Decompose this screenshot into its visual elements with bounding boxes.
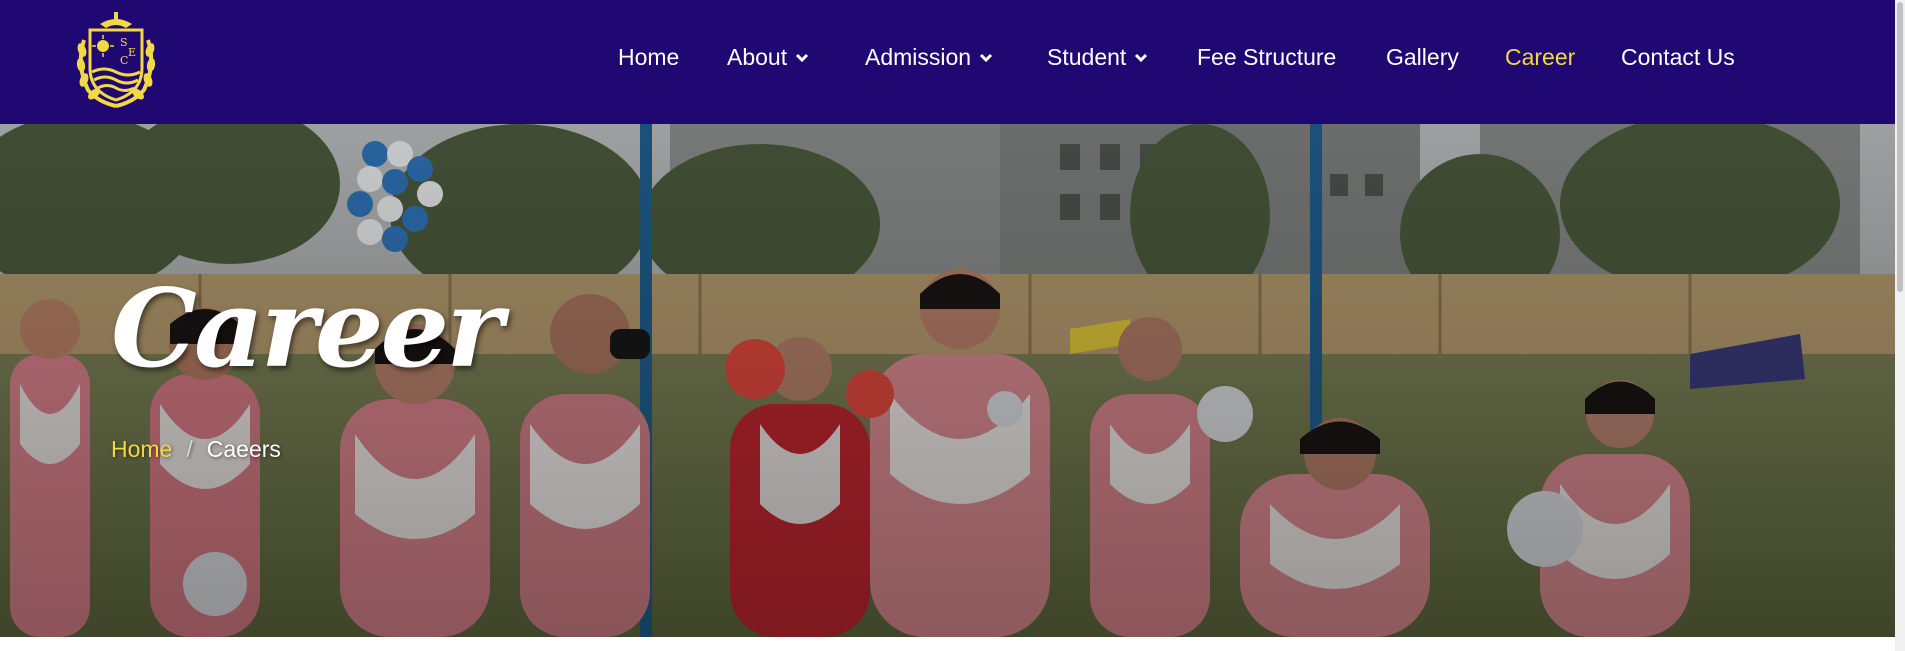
svg-text:C: C: [120, 54, 128, 67]
chevron-down-icon: [796, 53, 809, 62]
header-navbar: S E C Home About Admission Student Fee S…: [0, 0, 1895, 124]
nav-career[interactable]: Career: [1505, 44, 1575, 71]
breadcrumb-separator: /: [186, 436, 193, 462]
nav-fee-structure-label: Fee Structure: [1197, 44, 1337, 70]
nav-gallery[interactable]: Gallery: [1386, 44, 1459, 71]
page-body: [0, 637, 1895, 651]
nav-admission[interactable]: Admission: [865, 44, 993, 71]
nav-admission-label: Admission: [865, 44, 972, 70]
chevron-down-icon: [1135, 53, 1148, 62]
nav-home-label: Home: [618, 44, 680, 70]
nav-fee-structure[interactable]: Fee Structure: [1197, 44, 1336, 71]
scrollbar-thumb[interactable]: [1897, 2, 1903, 292]
nav-student[interactable]: Student: [1047, 44, 1148, 71]
breadcrumb-current: Caeers: [206, 436, 281, 462]
school-crest-icon: S E C: [76, 12, 156, 108]
svg-text:S: S: [120, 36, 128, 49]
breadcrumb: Home / Caeers: [111, 436, 281, 463]
nav-career-label: Career: [1505, 44, 1576, 70]
nav-contact-us-label: Contact Us: [1621, 44, 1735, 70]
page-title: Career: [111, 266, 503, 392]
school-logo[interactable]: S E C: [70, 10, 162, 110]
hero-banner: Career Home / Caeers: [0, 124, 1895, 637]
chevron-down-icon: [980, 53, 993, 62]
nav-home[interactable]: Home: [618, 44, 679, 71]
svg-text:E: E: [128, 46, 136, 59]
nav-gallery-label: Gallery: [1386, 44, 1459, 70]
breadcrumb-home-link[interactable]: Home: [111, 436, 172, 463]
nav-contact-us[interactable]: Contact Us: [1621, 44, 1735, 71]
nav-about-label: About: [727, 44, 788, 70]
nav-student-label: Student: [1047, 44, 1127, 70]
nav-about[interactable]: About: [727, 44, 809, 71]
